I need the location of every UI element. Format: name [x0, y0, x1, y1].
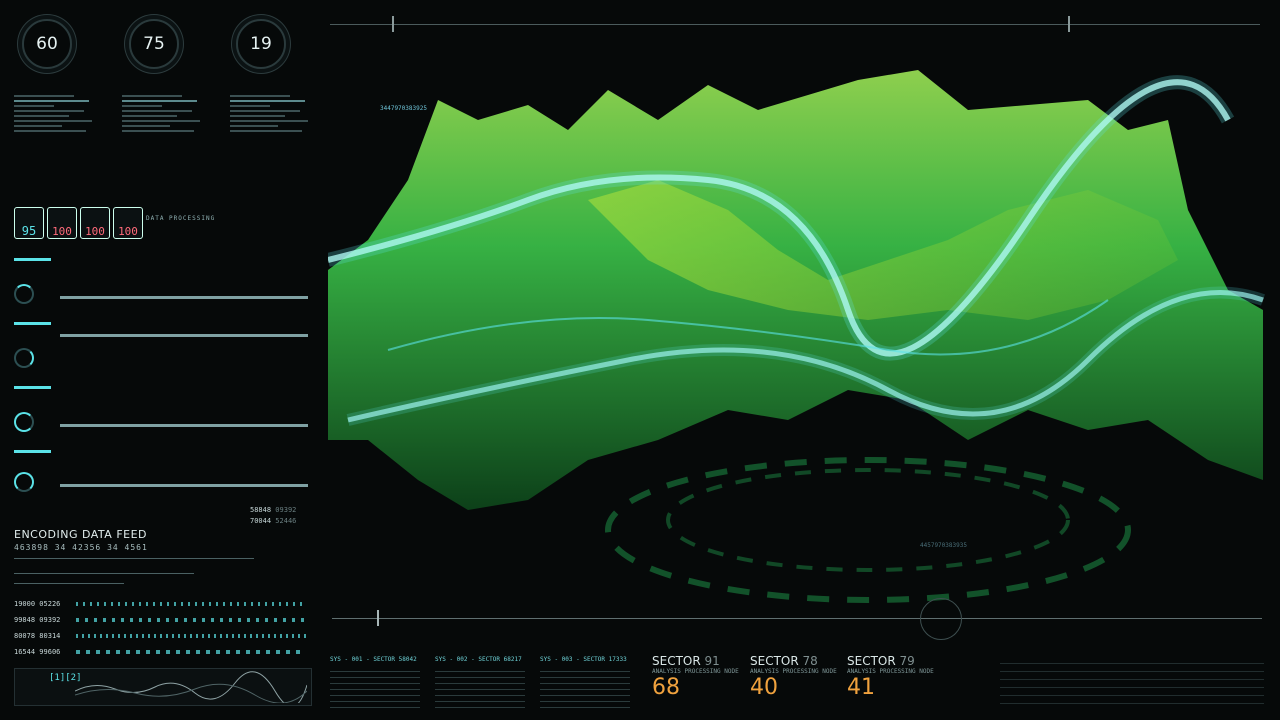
feed-side-values: 58848 09392 70044 52446 [250, 505, 310, 527]
sector-bars [14, 258, 309, 498]
sector-1-id: 91 [704, 654, 720, 668]
chip-2-value: 100 [52, 225, 72, 238]
side-value-1: 58848 [250, 506, 272, 514]
sector-3-id: 79 [899, 654, 915, 668]
gauge-panel: 60 75 19 [14, 14, 314, 194]
timeline-marker [377, 610, 379, 626]
side-value-4: 52446 [275, 517, 297, 525]
chip-1: 95 [14, 207, 44, 239]
bar-group-4 [14, 450, 309, 498]
chip-3: 100 [80, 207, 110, 239]
data-processing-label: DATA PROCESSING [146, 215, 216, 222]
feed-row-a: 80078 [14, 632, 36, 640]
bottom-timeline [332, 618, 1262, 619]
ring-icon [14, 348, 34, 368]
waveform-graph [75, 671, 307, 703]
top-timeline-marker [392, 16, 394, 32]
ring-icon [14, 472, 34, 492]
feed-row-b: 80314 [39, 632, 61, 640]
bar-group-3 [14, 386, 309, 441]
feed-row-b: 05226 [39, 600, 61, 608]
sys-3-label: SYS - 003 - SECTOR 17333 [540, 656, 627, 663]
chip-4: 100 [113, 207, 143, 239]
feed-rows: 19000 05226 99848 09392 80078 80314 1654… [14, 596, 310, 660]
encoding-feed: ENCODING DATA FEED 463898 34 42356 34 45… [14, 528, 310, 658]
top-timeline [330, 24, 1260, 25]
gauge-1: 60 [22, 19, 72, 69]
sector-2-value: 40 [750, 675, 778, 700]
feed-row: 19000 05226 [14, 596, 310, 612]
sector-3-value: 41 [847, 675, 875, 700]
sector-1-name: SECTOR [652, 654, 701, 668]
sector-3-sub: ANALYSIS PROCESSING NODE [847, 668, 934, 675]
timeline-dial [920, 598, 962, 640]
sector-2-sub: ANALYSIS PROCESSING NODE [750, 668, 837, 675]
sector-1-value: 68 [652, 675, 680, 700]
sector-2-name: SECTOR [750, 654, 799, 668]
gauge-1-value: 60 [36, 34, 58, 54]
terrain-readout-top: 3447970383925 [380, 105, 427, 112]
sector-3: SECTOR 79 ANALYSIS PROCESSING NODE 41 [847, 654, 937, 700]
feed-numbers: 463898 34 42356 34 4561 [14, 543, 148, 552]
feed-row-a: 16544 [14, 648, 36, 656]
gauge-2-value: 75 [143, 34, 165, 54]
sector-2-id: 78 [802, 654, 818, 668]
sector-1-sub: ANALYSIS PROCESSING NODE [652, 668, 739, 675]
sys-panel: SYS - 001 - SECTOR 58042 SYS - 002 - SEC… [325, 654, 635, 714]
gauge-2-details [122, 92, 202, 135]
data-processing-panel: 95 100 100 100 DATA PROCESSING [14, 205, 314, 245]
chip-2: 100 [47, 207, 77, 239]
chip-1-value: 95 [21, 224, 37, 238]
bar-group-1 [14, 258, 309, 313]
feed-row: 80078 80314 [14, 628, 310, 644]
sector-3-name: SECTOR [847, 654, 896, 668]
terrain-visual [328, 70, 1265, 603]
sector-2-title: SECTOR 78 [750, 654, 840, 668]
side-value-3: 70044 [250, 517, 272, 525]
terrain-readout-bottom: 4457970383935 [920, 542, 967, 549]
sys-1-label: SYS - 001 - SECTOR 58042 [330, 656, 417, 663]
feed-row-b: 09392 [39, 616, 61, 624]
gauge-2: 75 [129, 19, 179, 69]
chip-4-value: 100 [118, 225, 138, 238]
sys-2-label: SYS - 002 - SECTOR 68217 [435, 656, 522, 663]
waveform-panel: [1][2] [14, 668, 312, 706]
feed-row-a: 19000 [14, 600, 36, 608]
gauge-1-details [14, 92, 94, 135]
feed-row-b: 99606 [39, 648, 61, 656]
gauge-3-details [230, 92, 310, 135]
bottom-right-grid [1000, 656, 1264, 704]
chip-3-value: 100 [85, 225, 105, 238]
side-value-2: 09392 [275, 506, 297, 514]
bar-group-2 [14, 322, 309, 377]
sector-1: SECTOR 91 ANALYSIS PROCESSING NODE 68 [652, 654, 742, 700]
feed-title: ENCODING DATA FEED [14, 528, 148, 541]
sector-1-title: SECTOR 91 [652, 654, 742, 668]
sector-3-title: SECTOR 79 [847, 654, 937, 668]
ring-icon [14, 284, 34, 304]
sector-2: SECTOR 78 ANALYSIS PROCESSING NODE 40 [750, 654, 840, 700]
feed-row-a: 99848 [14, 616, 36, 624]
feed-row: 99848 09392 [14, 612, 310, 628]
gauge-3-value: 19 [250, 34, 272, 54]
top-timeline-marker [1068, 16, 1070, 32]
gauge-3: 19 [236, 19, 286, 69]
feed-row: 16544 99606 [14, 644, 310, 660]
ring-icon [14, 412, 34, 432]
